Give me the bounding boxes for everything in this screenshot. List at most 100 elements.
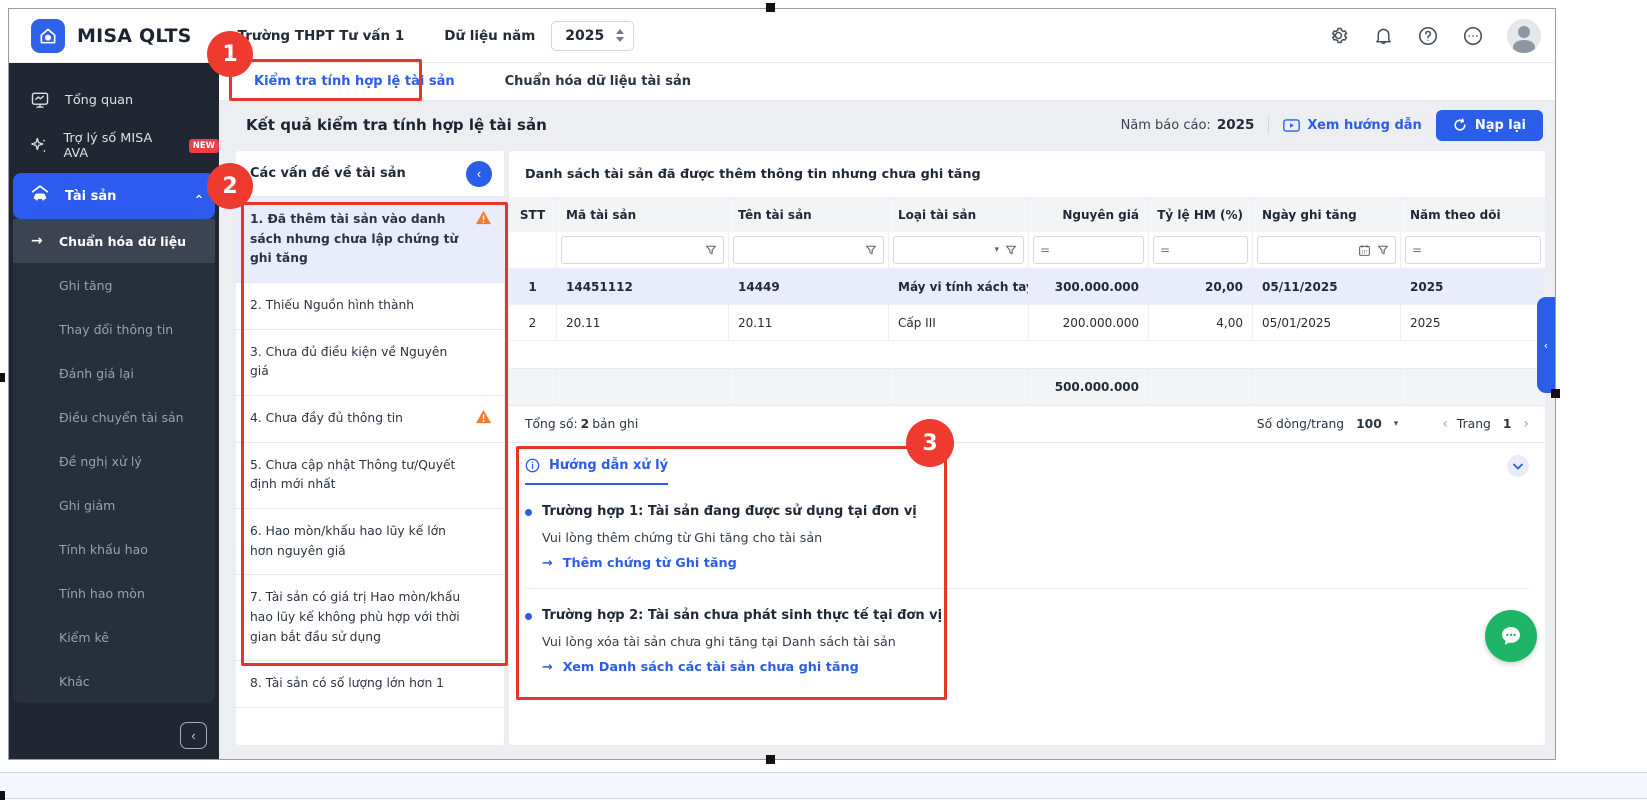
- sidebar-subitem-de-nghi-xu-ly[interactable]: Đề nghị xử lý: [13, 439, 215, 483]
- col-loai-tai-san[interactable]: Loại tài sản: [889, 197, 1029, 232]
- sidebar-item-ava[interactable]: Trợ lý số MISA AVA NEW: [9, 123, 219, 169]
- caret-down-icon[interactable]: ▾: [1394, 419, 1399, 429]
- sidebar-subitem-dieu-chuyen-tai-san[interactable]: Điều chuyển tài sản: [13, 395, 215, 439]
- table-row[interactable]: 1 14451112 14449 Máy vi tính xách tay ..…: [509, 269, 1545, 305]
- more-options-icon[interactable]: [1462, 25, 1484, 47]
- tab-validity-check[interactable]: Kiểm tra tính hợp lệ tài sản: [229, 63, 480, 101]
- guidance-section: Hướng dẫn xử lý Trường hợp 1: Tài sản đa…: [509, 443, 1545, 745]
- sidebar-item-assets[interactable]: Tài sản ‹: [13, 173, 215, 219]
- notifications-bell-icon[interactable]: [1372, 25, 1394, 47]
- issues-collapse-button[interactable]: ‹: [466, 161, 492, 187]
- col-nguyen-gia[interactable]: Nguyên giá: [1029, 197, 1149, 232]
- prev-page-icon[interactable]: ‹: [1442, 416, 1448, 432]
- cell-loai-tai-san: Cấp III: [889, 305, 1029, 340]
- issue-label: 7. Tài sản có giá trị Hao mòn/khấu hao l…: [250, 590, 460, 643]
- issue-item-5[interactable]: 5. Chưa cập nhật Thông tư/Quyết định mới…: [236, 443, 504, 509]
- table-summary-row: 500.000.000: [509, 368, 1545, 406]
- sidebar-submenu: →Chuẩn hóa dữ liệu Ghi tăng Thay đổi thô…: [13, 219, 215, 703]
- case-title: Trường hợp 1: Tài sản đang được sử dụng …: [542, 504, 917, 519]
- view-asset-list-link[interactable]: →Xem Danh sách các tài sản chưa ghi tăng: [542, 660, 1529, 675]
- selection-handle[interactable]: [766, 3, 775, 12]
- col-ten-tai-san[interactable]: Tên tài sản: [729, 197, 889, 232]
- settings-gear-icon[interactable]: [1327, 25, 1349, 47]
- issue-item-8[interactable]: 8. Tài sản có số lượng lớn hơn 1: [236, 661, 504, 708]
- filter-nam-theo-doi[interactable]: =: [1405, 236, 1541, 264]
- issue-item-2[interactable]: 2. Thiếu Nguồn hình thành: [236, 283, 504, 330]
- sidebar-item-overview[interactable]: Tổng quan: [9, 77, 219, 123]
- cell-ty-le-hm: 4,00: [1149, 305, 1253, 340]
- subitem-label: Tính khấu hao: [59, 542, 148, 557]
- col-stt[interactable]: STT: [509, 197, 557, 232]
- table-row[interactable]: 2 20.11 20.11 Cấp III 200.000.000 4,00 0…: [509, 305, 1545, 341]
- sidebar-group-assets: Tài sản ‹ →Chuẩn hóa dữ liệu Ghi tăng Th…: [13, 173, 215, 703]
- subitem-label: Đề nghị xử lý: [59, 454, 142, 469]
- caret-down-icon[interactable]: ▾: [994, 245, 999, 255]
- arrow-right-icon: →: [542, 660, 553, 675]
- funnel-icon[interactable]: [705, 244, 717, 256]
- selection-handle[interactable]: [1551, 389, 1560, 398]
- issue-item-7[interactable]: 7. Tài sản có giá trị Hao mòn/khấu hao l…: [236, 575, 504, 661]
- rows-per-page-value[interactable]: 100: [1356, 417, 1382, 431]
- selection-handle[interactable]: [0, 791, 5, 800]
- issue-item-6[interactable]: 6. Hao mòn/khấu hao lũy kế lớn hơn nguyê…: [236, 509, 504, 575]
- selection-handle[interactable]: [766, 755, 775, 764]
- sidebar-subitem-ghi-tang[interactable]: Ghi tăng: [13, 263, 215, 307]
- filter-ty-le-hm[interactable]: =: [1153, 236, 1248, 264]
- guidance-tab[interactable]: Hướng dẫn xử lý: [525, 458, 668, 485]
- data-year-value: 2025: [565, 28, 604, 44]
- add-ghi-tang-link[interactable]: →Thêm chứng từ Ghi tăng: [542, 556, 1529, 571]
- chat-support-button[interactable]: [1485, 610, 1537, 662]
- cell-ten-tai-san: 14449: [729, 269, 889, 304]
- cell-ngay-ghi-tang: 05/01/2025: [1253, 305, 1401, 340]
- bullet-icon: [525, 509, 532, 516]
- tab-normalize-data[interactable]: Chuẩn hóa dữ liệu tài sản: [480, 63, 716, 101]
- sidebar-subitem-tinh-khau-hao[interactable]: Tính khấu hao: [13, 527, 215, 571]
- sidebar-subitem-chuan-hoa-du-lieu[interactable]: →Chuẩn hóa dữ liệu: [13, 219, 215, 263]
- col-nam-theo-doi[interactable]: Năm theo dõi: [1401, 197, 1545, 232]
- sidebar-subitem-thay-doi-thong-tin[interactable]: Thay đổi thông tin: [13, 307, 215, 351]
- right-panel-toggle[interactable]: ‹: [1537, 297, 1555, 393]
- col-ty-le-hm[interactable]: Tỷ lệ HM (%): [1149, 197, 1253, 232]
- user-avatar[interactable]: [1507, 19, 1541, 53]
- filter-ten-tai-san[interactable]: [733, 236, 884, 264]
- sidebar-collapse-button[interactable]: ‹: [180, 722, 207, 749]
- calendar-icon[interactable]: [1358, 244, 1371, 257]
- divider: [1268, 116, 1269, 134]
- col-ngay-ghi-tang[interactable]: Ngày ghi tăng: [1253, 197, 1401, 232]
- org-name[interactable]: Trường THPT Tư vấn 1: [238, 28, 405, 44]
- funnel-icon[interactable]: [1377, 244, 1389, 256]
- spinner-icon[interactable]: [616, 29, 624, 42]
- funnel-icon[interactable]: [1005, 244, 1017, 256]
- help-icon[interactable]: [1417, 25, 1439, 47]
- filter-ngay-ghi-tang[interactable]: [1257, 236, 1396, 264]
- refresh-icon: [1453, 118, 1467, 132]
- annotation-step-1: 1: [207, 31, 253, 77]
- filter-nguyen-gia[interactable]: =: [1033, 236, 1144, 264]
- selection-handle[interactable]: [0, 373, 5, 382]
- sidebar-subitem-khac[interactable]: Khác: [13, 659, 215, 703]
- guidance-collapse-button[interactable]: [1507, 455, 1529, 477]
- page-number[interactable]: 1: [1503, 417, 1512, 431]
- filter-loai-tai-san[interactable]: ▾: [893, 236, 1024, 264]
- subitem-label: Thay đổi thông tin: [59, 322, 173, 337]
- next-page-icon[interactable]: ›: [1523, 416, 1529, 432]
- issue-item-4[interactable]: 4. Chưa đầy đủ thông tin: [236, 396, 504, 443]
- issues-panel: Các vấn đề về tài sản ‹ 1. Đã thêm tài s…: [236, 151, 504, 745]
- sidebar-subitem-danh-gia-lai[interactable]: Đánh giá lại: [13, 351, 215, 395]
- issue-label: 5. Chưa cập nhật Thông tư/Quyết định mới…: [250, 458, 455, 492]
- sidebar-subitem-tinh-hao-mon[interactable]: Tính hao mòn: [13, 571, 215, 615]
- issue-item-1[interactable]: 1. Đã thêm tài sản vào danh sách nhưng c…: [236, 197, 504, 283]
- subitem-label: Ghi giảm: [59, 498, 115, 513]
- issue-item-3[interactable]: 3. Chưa đủ điều kiện về Nguyên giá: [236, 330, 504, 396]
- view-guide-link[interactable]: Xem hướng dẫn: [1283, 118, 1421, 133]
- issues-panel-title: Các vấn đề về tài sản: [250, 166, 406, 181]
- col-ma-tai-san[interactable]: Mã tài sản: [557, 197, 729, 232]
- sidebar-subitem-ghi-giam[interactable]: Ghi giảm: [13, 483, 215, 527]
- funnel-icon[interactable]: [865, 244, 877, 256]
- reload-button[interactable]: Nạp lại: [1436, 110, 1543, 141]
- asset-car-icon: [29, 183, 51, 209]
- cell-ngay-ghi-tang: 05/11/2025: [1253, 269, 1401, 304]
- data-year-select[interactable]: 2025: [551, 21, 634, 51]
- sidebar-subitem-kiem-ke[interactable]: Kiểm kê: [13, 615, 215, 659]
- filter-ma-tai-san[interactable]: [561, 236, 724, 264]
